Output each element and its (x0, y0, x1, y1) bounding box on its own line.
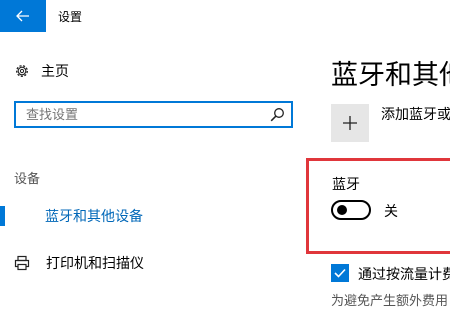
gear-icon (16, 65, 28, 77)
metered-checkbox[interactable] (331, 264, 349, 282)
metered-label: 通过按流量计费 (358, 267, 450, 283)
sidebar-item-home[interactable]: 主页 (14, 60, 69, 82)
page-title: 蓝牙和其他 (331, 60, 450, 91)
sidebar-item-bluetooth[interactable]: 蓝牙和其他设备 (0, 203, 143, 229)
checkmark-icon (334, 268, 346, 278)
search-input[interactable] (26, 106, 266, 124)
window-title: 设置 (58, 10, 83, 24)
add-device-button[interactable] (331, 104, 369, 142)
add-device-label[interactable]: 添加蓝牙或 (381, 104, 450, 124)
search-icon[interactable] (270, 107, 285, 122)
printer-icon (14, 255, 30, 271)
sidebar-item-printers[interactable]: 打印机和扫描仪 (0, 250, 144, 276)
search-box[interactable] (14, 101, 293, 128)
title-bar: 设置 (0, 0, 450, 32)
plus-icon (343, 116, 357, 130)
section-label-devices: 设备 (14, 172, 41, 187)
sidebar-item-label: 主页 (41, 64, 69, 80)
sidebar-item-label: 蓝牙和其他设备 (45, 209, 143, 225)
sidebar-item-label: 打印机和扫描仪 (46, 256, 144, 272)
back-arrow-icon (16, 10, 29, 22)
back-button[interactable] (0, 0, 46, 32)
highlight-box (306, 158, 450, 254)
